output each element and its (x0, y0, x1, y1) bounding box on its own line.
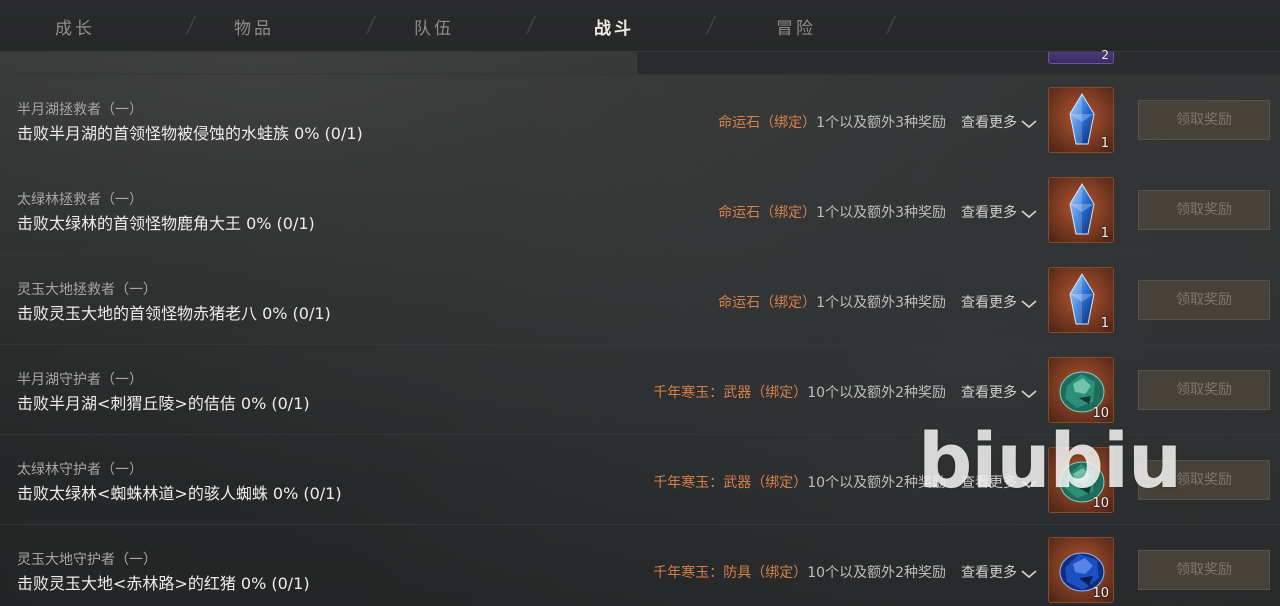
reward-name: 命运石（绑定） (718, 205, 817, 221)
reward-item-icon[interactable]: 10 (1048, 537, 1114, 603)
reward-summary: 命运石（绑定）1个以及额外3种奖励 (718, 112, 946, 132)
reward-summary: 千年寒玉：武器（绑定）10个以及额外2种奖励 (653, 472, 946, 492)
view-more-label: 查看更多 (961, 115, 1017, 131)
reward-item-icon[interactable]: 10 (1048, 447, 1114, 513)
claim-reward-button[interactable]: 领取奖励 (1138, 100, 1270, 140)
tab-bar: 成长 物品 队伍 战斗 冒险 (0, 0, 1280, 52)
reward-count: 1个以及额外3种奖励 (816, 205, 946, 221)
achievement-description: 击败灵玉大地<赤林路>的红猪 0% (0/1) (17, 574, 310, 593)
claim-reward-button[interactable]: 领取奖励 (1138, 370, 1270, 410)
reward-summary: 千年寒玉：武器（绑定）10个以及额外2种奖励 (653, 382, 946, 402)
achievement-row: 太绿林守护者（一） 击败太绿林<蜘蛛林道>的骇人蜘蛛 0% (0/1) 千年寒玉… (0, 435, 1280, 525)
view-more-button[interactable]: 查看更多 (961, 292, 1037, 312)
claim-reward-button[interactable]: 领取奖励 (1138, 280, 1270, 320)
chevron-down-icon (1021, 210, 1037, 219)
item-quantity: 10 (1092, 586, 1109, 601)
previous-reward-item-icon[interactable]: 2 (1048, 48, 1114, 64)
item-quantity: 2 (1101, 48, 1109, 62)
item-quantity: 10 (1092, 406, 1109, 421)
claim-reward-button[interactable]: 领取奖励 (1138, 190, 1270, 230)
achievement-title: 灵玉大地守护者（一） (17, 552, 157, 568)
claim-reward-button[interactable]: 领取奖励 (1138, 460, 1270, 500)
reward-count: 10个以及额外2种奖励 (807, 385, 946, 401)
reward-item-icon[interactable]: 1 (1048, 87, 1114, 153)
achievement-description: 击败半月湖的首领怪物被侵蚀的水蛙族 0% (0/1) (17, 124, 363, 143)
tab-divider (525, 16, 537, 34)
tab-battle[interactable]: 战斗 (554, 14, 674, 39)
achievement-list: 半月湖拯救者（一） 击败半月湖的首领怪物被侵蚀的水蛙族 0% (0/1) 命运石… (0, 75, 1280, 606)
chevron-down-icon (1021, 390, 1037, 399)
chevron-down-icon (1021, 300, 1037, 309)
reward-item-icon[interactable]: 1 (1048, 267, 1114, 333)
achievement-description: 击败太绿林<蜘蛛林道>的骇人蜘蛛 0% (0/1) (17, 484, 342, 503)
achievement-title: 太绿林守护者（一） (17, 462, 143, 478)
achievement-row: 半月湖守护者（一） 击败半月湖<刺猬丘陵>的佶佶 0% (0/1) 千年寒玉：武… (0, 345, 1280, 435)
view-more-label: 查看更多 (961, 475, 1017, 491)
achievement-title: 半月湖守护者（一） (17, 372, 143, 388)
achievement-row: 灵玉大地拯救者（一） 击败灵玉大地的首领怪物赤猪老八 0% (0/1) 命运石（… (0, 255, 1280, 345)
reward-summary: 命运石（绑定）1个以及额外3种奖励 (718, 202, 946, 222)
achievement-title: 半月湖拯救者（一） (17, 102, 143, 118)
reward-summary: 命运石（绑定）1个以及额外3种奖励 (718, 292, 946, 312)
reward-name: 命运石（绑定） (718, 295, 817, 311)
view-more-label: 查看更多 (961, 205, 1017, 221)
reward-name: 千年寒玉：武器（绑定） (653, 385, 808, 401)
view-more-button[interactable]: 查看更多 (961, 472, 1037, 492)
item-quantity: 1 (1100, 226, 1109, 241)
achievement-row: 太绿林拯救者（一） 击败太绿林的首领怪物鹿角大王 0% (0/1) 命运石（绑定… (0, 165, 1280, 255)
reward-count: 1个以及额外3种奖励 (816, 295, 946, 311)
reward-item-icon[interactable]: 10 (1048, 357, 1114, 423)
chevron-down-icon (1021, 480, 1037, 489)
reward-name: 命运石（绑定） (718, 115, 817, 131)
reward-name: 千年寒玉：武器（绑定） (653, 475, 808, 491)
chevron-down-icon (1021, 120, 1037, 129)
reward-summary: 千年寒玉：防具（绑定）10个以及额外2种奖励 (653, 562, 946, 582)
achievement-row: 灵玉大地守护者（一） 击败灵玉大地<赤林路>的红猪 0% (0/1) 千年寒玉：… (0, 525, 1280, 606)
previous-row-panel (636, 52, 1280, 74)
chevron-down-icon (1021, 570, 1037, 579)
tab-items[interactable]: 物品 (194, 14, 314, 39)
view-more-button[interactable]: 查看更多 (961, 112, 1037, 132)
reward-name: 千年寒玉：防具（绑定） (653, 565, 808, 581)
reward-count: 1个以及额外3种奖励 (816, 115, 946, 131)
view-more-button[interactable]: 查看更多 (961, 562, 1037, 582)
achievement-row: 半月湖拯救者（一） 击败半月湖的首领怪物被侵蚀的水蛙族 0% (0/1) 命运石… (0, 75, 1280, 165)
achievement-description: 击败太绿林的首领怪物鹿角大王 0% (0/1) (17, 214, 315, 233)
reward-count: 10个以及额外2种奖励 (807, 565, 946, 581)
view-more-button[interactable]: 查看更多 (961, 202, 1037, 222)
view-more-label: 查看更多 (961, 565, 1017, 581)
tab-adventure[interactable]: 冒险 (736, 14, 856, 39)
achievement-title: 太绿林拯救者（一） (17, 192, 143, 208)
previous-row-partial: 2 (0, 48, 1280, 74)
view-more-label: 查看更多 (961, 385, 1017, 401)
achievement-description: 击败半月湖<刺猬丘陵>的佶佶 0% (0/1) (17, 394, 310, 413)
reward-item-icon[interactable]: 1 (1048, 177, 1114, 243)
item-quantity: 10 (1092, 496, 1109, 511)
achievement-title: 灵玉大地拯救者（一） (17, 282, 157, 298)
item-quantity: 1 (1100, 316, 1109, 331)
view-more-button[interactable]: 查看更多 (961, 382, 1037, 402)
claim-reward-button[interactable]: 领取奖励 (1138, 550, 1270, 590)
tab-growth[interactable]: 成长 (15, 14, 135, 39)
tab-divider (885, 16, 897, 34)
achievement-description: 击败灵玉大地的首领怪物赤猪老八 0% (0/1) (17, 304, 331, 323)
reward-count: 10个以及额外2种奖励 (807, 475, 946, 491)
tab-party[interactable]: 队伍 (374, 14, 494, 39)
item-quantity: 1 (1100, 136, 1109, 151)
view-more-label: 查看更多 (961, 295, 1017, 311)
tab-divider (705, 16, 717, 34)
